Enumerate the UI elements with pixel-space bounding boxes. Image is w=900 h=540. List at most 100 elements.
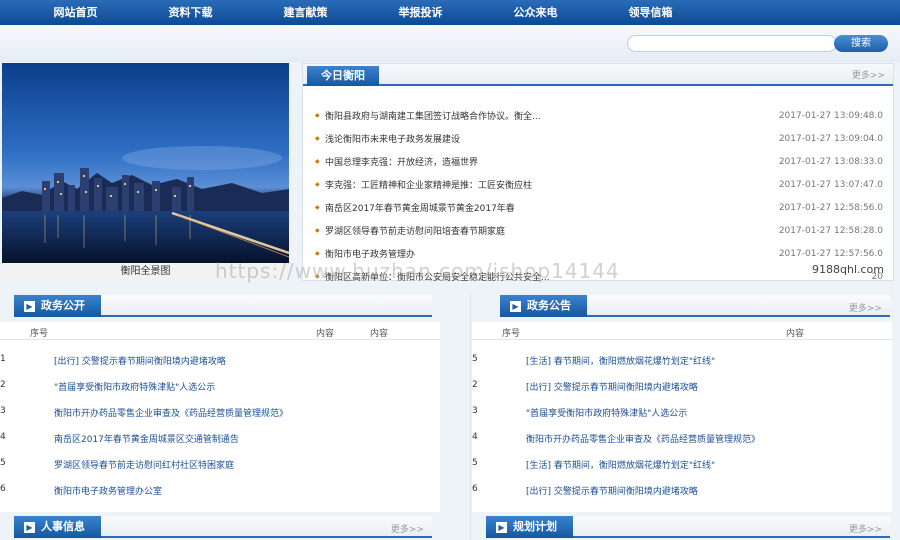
gov-affairs-column-header: 序号 内容 内容 — [0, 322, 440, 340]
table-row[interactable]: 3 "首届享受衡阳市政府特殊津贴"人选公示 — [472, 398, 892, 423]
bullet-icon: ◆ — [315, 249, 320, 257]
row-link[interactable]: [出行] 交警提示春节期间衡阳境内避堵攻略 — [54, 354, 226, 367]
table-row[interactable]: 1 [出行] 交警提示春节期间衡阳境内避堵攻略 — [0, 346, 440, 371]
news-title[interactable]: 衡阳县政府与湖南建工集团签订战略合作协议。衡全... — [323, 109, 775, 122]
table-row[interactable]: 5 罗湖区领导春节前走访慰问红村社区特困家庭 — [0, 450, 440, 475]
column-number: 序号 — [502, 329, 521, 339]
news-item[interactable]: ◆ 罗湖区领导春节前走访慰问阳培查春节期家庭 2017-01-27 12:58:28… — [315, 219, 887, 242]
top-navigation: 网站首页 资料下载 建言献策 举报投诉 公众来电 领导信箱 — [0, 0, 900, 25]
row-number: 5 — [472, 458, 478, 468]
row-number: 2 — [472, 380, 478, 390]
bullet-icon: ◆ — [315, 180, 320, 188]
arrow-right-icon: ▶ — [496, 521, 507, 533]
news-date: 2017-01-27 13:07:47.0 — [778, 179, 883, 190]
row-number: 3 — [472, 406, 478, 416]
gov-notice-header: ▶ 政务公告 更多>> — [500, 295, 890, 317]
news-item[interactable]: ◆ 衡阳县政府与湖南建工集团签订战略合作协议。衡全... 2017-01-27 13… — [315, 104, 887, 127]
column-content: 内容 — [316, 329, 335, 339]
row-number: 5 — [0, 458, 6, 468]
tab-hr-info[interactable]: ▶ 人事信息 — [14, 516, 101, 538]
news-item[interactable]: ◆ 中国总理李克强：开放经济，造福世界 2017-01-27 13:08:33.0 — [315, 150, 887, 173]
table-row[interactable]: 3 衡阳市开办药品零售企业审查及《药品经营质量管理规范》 — [0, 398, 440, 423]
table-row[interactable]: 6 衡阳市电子政务管理办公室 — [0, 476, 440, 501]
row-link[interactable]: "首届享受衡阳市政府特殊津贴"人选公示 — [54, 380, 215, 393]
row-number: 6 — [0, 484, 6, 494]
today-news-more-link[interactable]: 更多>> — [852, 68, 885, 81]
row-number: 5 — [472, 354, 478, 364]
row-link[interactable]: "首届享受衡阳市政府特殊津贴"人选公示 — [526, 406, 687, 419]
row-link[interactable]: [生活] 春节期间，衡阳燃放烟花爆竹划定"红线" — [526, 354, 715, 367]
watermark-side-text: 9188qhl.com — [812, 263, 884, 276]
planning-header: ▶ 规划计划 更多>> — [486, 516, 890, 538]
nav-home[interactable]: 网站首页 — [18, 0, 133, 25]
tab-gov-affairs[interactable]: ▶ 政务公开 — [14, 295, 101, 317]
row-number: 3 — [0, 406, 6, 416]
nav-suggestions[interactable]: 建言献策 — [248, 0, 363, 25]
bullet-icon: ◆ — [315, 157, 320, 165]
nav-complaints[interactable]: 举报投诉 — [363, 0, 478, 25]
city-night-skyline-illustration — [2, 63, 289, 263]
table-row[interactable]: 2 [出行] 交警提示春节期间衡阳境内避堵攻略 — [472, 372, 892, 397]
tab-gov-notice[interactable]: ▶ 政务公告 — [500, 295, 587, 317]
row-link[interactable]: 罗湖区领导春节前走访慰问红村社区特困家庭 — [54, 458, 234, 471]
watermark-url: https://www.huzhan.com/ishop14144 — [215, 259, 620, 283]
table-row[interactable]: 2 "首届享受衡阳市政府特殊津贴"人选公示 — [0, 372, 440, 397]
news-item[interactable]: ◆ 浅论衡阳市未来电子政务发展建设 2017-01-27 13:09:04.0 — [315, 127, 887, 150]
gov-affairs-tab-label: 政务公开 — [41, 299, 85, 312]
gov-notice-table: 序号 内容 5 [生活] 春节期间，衡阳燃放烟花爆竹划定"红线" 2 [出行] 交警… — [472, 322, 892, 512]
gov-notice-more-link[interactable]: 更多>> — [849, 301, 882, 314]
column-divider — [470, 295, 471, 540]
table-row[interactable]: 5 [生活] 春节期间，衡阳燃放烟花爆竹划定"红线" — [472, 450, 892, 475]
table-row[interactable]: 4 衡阳市开办药品零售企业审查及《药品经营质量管理规范》 — [472, 424, 892, 449]
news-date: 2017-01-27 12:58:28.0 — [778, 225, 883, 236]
planning-tab-label: 规划计划 — [513, 520, 557, 533]
tab-today-hengyang[interactable]: 今日衡阳 — [307, 66, 379, 86]
row-link[interactable]: 衡阳市开办药品零售企业审查及《药品经营质量管理规范》 — [54, 406, 288, 419]
news-title[interactable]: 罗湖区领导春节前走访慰问阳培查春节期家庭 — [323, 224, 775, 237]
planning-more-link[interactable]: 更多>> — [849, 522, 882, 535]
news-item[interactable]: ◆ 南岳区2017年春节黄金周城景节黄金2017年春 2017-01-27 12:5… — [315, 196, 887, 219]
nav-public-calls[interactable]: 公众来电 — [478, 0, 593, 25]
hr-info-more-link[interactable]: 更多>> — [391, 522, 424, 535]
row-number: 4 — [0, 432, 6, 442]
column-content: 内容 — [786, 329, 805, 339]
column-number: 序号 — [30, 329, 49, 339]
search-button[interactable]: 搜索 — [834, 35, 888, 52]
search-input[interactable] — [627, 35, 837, 52]
arrow-right-icon: ▶ — [24, 521, 35, 533]
row-link[interactable]: 衡阳市开办药品零售企业审查及《药品经营质量管理规范》 — [526, 432, 760, 445]
row-number: 4 — [472, 432, 478, 442]
tab-planning[interactable]: ▶ 规划计划 — [486, 516, 573, 538]
table-row[interactable]: 5 [生活] 春节期间，衡阳燃放烟花爆竹划定"红线" — [472, 346, 892, 371]
row-link[interactable]: 南岳区2017年春节黄金周城景区交通管制通告 — [54, 432, 239, 445]
row-link[interactable]: [出行] 交警提示春节期间衡阳境内避堵攻略 — [526, 484, 698, 497]
nav-leader-mailbox[interactable]: 领导信箱 — [593, 0, 708, 25]
gov-notice-tab-label: 政务公告 — [527, 299, 571, 312]
gov-notice-column-header: 序号 内容 — [472, 322, 892, 340]
news-title[interactable]: 南岳区2017年春节黄金周城景节黄金2017年春 — [323, 201, 775, 214]
news-item[interactable]: ◆ 李克强：工匠精神和企业家精神是推：工匠安衡应柱 2017-01-27 13:07… — [315, 173, 887, 196]
news-title[interactable]: 李克强：工匠精神和企业家精神是推：工匠安衡应柱 — [323, 178, 775, 191]
column-content-secondary: 内容 — [370, 329, 389, 339]
row-link[interactable]: [出行] 交警提示春节期间衡阳境内避堵攻略 — [526, 380, 698, 393]
news-date: 2017-01-27 12:58:56.0 — [778, 202, 883, 213]
gov-affairs-table: 序号 内容 内容 1 [出行] 交警提示春节期间衡阳境内避堵攻略 2 "首届享受衡阳… — [0, 322, 440, 512]
today-news-panel: 今日衡阳 更多>> ◆ 衡阳县政府与湖南建工集团签订战略合作协议。衡全... 201… — [302, 63, 894, 283]
row-link[interactable]: [生活] 春节期间，衡阳燃放烟花爆竹划定"红线" — [526, 458, 715, 471]
row-number: 1 — [0, 354, 6, 364]
news-date: 2017-01-27 12:57:56.0 — [778, 248, 883, 259]
gov-affairs-header: ▶ 政务公开 — [14, 295, 432, 317]
hr-info-header: ▶ 人事信息 更多>> — [14, 516, 432, 538]
news-title[interactable]: 中国总理李克强：开放经济，造福世界 — [323, 155, 775, 168]
row-link[interactable]: 衡阳市电子政务管理办公室 — [54, 484, 162, 497]
bullet-icon: ◆ — [315, 203, 320, 211]
bullet-icon: ◆ — [315, 226, 320, 234]
hr-info-tab-label: 人事信息 — [41, 520, 85, 533]
city-panorama-image[interactable] — [2, 63, 289, 263]
bullet-icon: ◆ — [315, 134, 320, 142]
news-title[interactable]: 浅论衡阳市未来电子政务发展建设 — [323, 132, 775, 145]
nav-downloads[interactable]: 资料下载 — [133, 0, 248, 25]
news-date: 2017-01-27 13:08:33.0 — [778, 156, 883, 167]
table-row[interactable]: 4 南岳区2017年春节黄金周城景区交通管制通告 — [0, 424, 440, 449]
table-row[interactable]: 6 [出行] 交警提示春节期间衡阳境内避堵攻略 — [472, 476, 892, 501]
